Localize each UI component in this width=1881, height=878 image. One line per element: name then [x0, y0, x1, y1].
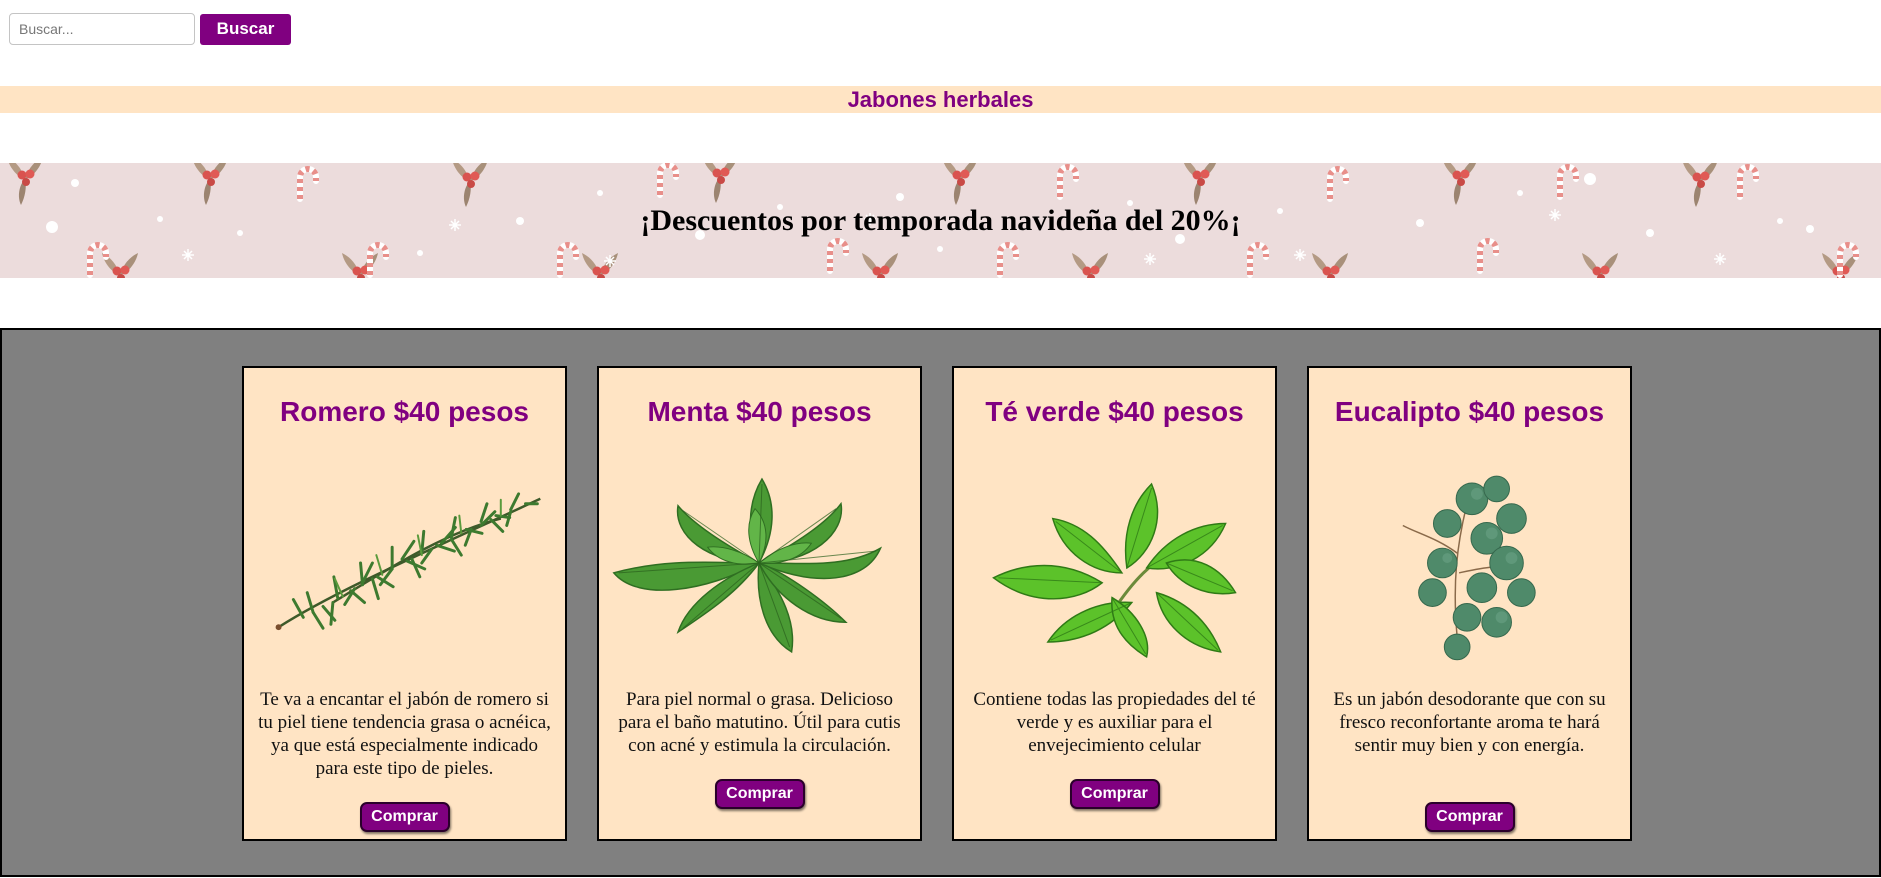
promo-text: ¡Descuentos por temporada navideña del 2… [640, 203, 1241, 237]
product-description: Contiene todas las propiedades del té ve… [973, 689, 1256, 756]
product-card-te-verde: Té verde $40 pesos Contiene todas las pr… [952, 366, 1277, 841]
buy-button-menta[interactable]: Comprar [714, 779, 805, 809]
product-title: Romero $40 pesos [280, 396, 529, 427]
section-title: Jabones herbales [847, 86, 1034, 112]
eucalyptus-image [1402, 475, 1536, 661]
product-description: Es un jabón desodorante que con su fresc… [1333, 689, 1606, 756]
buy-button-te-verde[interactable]: Comprar [1069, 779, 1160, 809]
section-title-band: Jabones herbales [0, 86, 1881, 113]
product-title: Menta $40 pesos [647, 396, 872, 427]
mint-image [612, 477, 883, 654]
green-tea-image [992, 482, 1237, 658]
product-card-menta: Menta $40 pesos Para piel normal o grasa… [597, 366, 922, 841]
buy-button-romero[interactable]: Comprar [359, 802, 450, 832]
search-button[interactable]: Buscar [200, 13, 291, 45]
rosemary-image [275, 492, 541, 631]
product-card-romero: Romero $40 pesos Te va a encantar el jab… [242, 366, 567, 841]
product-description: Para piel normal o grasa. Delicioso para… [618, 689, 901, 756]
search-input[interactable] [9, 13, 195, 45]
product-title: Eucalipto $40 pesos [1334, 396, 1605, 427]
product-description: Te va a encantar el jabón de romero si t… [258, 689, 551, 779]
product-card-eucalipto: Eucalipto $40 pesos Es un jabón desodora… [1307, 366, 1632, 841]
buy-button-eucalipto[interactable]: Comprar [1424, 802, 1515, 832]
promo-banner: ¡Descuentos por temporada navideña del 2… [0, 163, 1881, 278]
search-bar: Buscar [9, 13, 291, 45]
products-panel: Romero $40 pesos Te va a encantar el jab… [0, 328, 1881, 877]
product-title: Té verde $40 pesos [985, 396, 1244, 427]
